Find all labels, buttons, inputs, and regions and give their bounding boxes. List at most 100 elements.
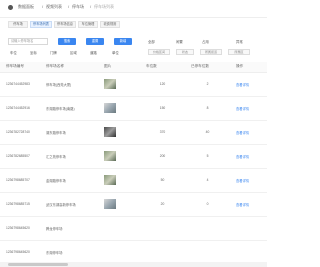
- tab-bar: 停车场 停车场列表 停车场信息 车位管理 收费规则: [0, 19, 267, 32]
- parking-photo[interactable]: [104, 127, 116, 137]
- tab-fee-rules[interactable]: 收费规则: [100, 21, 120, 28]
- add-button[interactable]: 新增: [114, 38, 132, 45]
- cell-total: 20: [140, 192, 185, 217]
- parking-photo[interactable]: [104, 103, 116, 113]
- cell-id: 1236782685507: [0, 144, 40, 169]
- cell-total: 120: [140, 72, 185, 97]
- cell-image: [98, 144, 128, 169]
- cell-image: [98, 120, 128, 145]
- cell-blank: [128, 168, 140, 193]
- cell-total: 370: [140, 120, 185, 145]
- cell-used: 5: [185, 144, 230, 169]
- column-header-action[interactable]: 操作: [230, 62, 267, 73]
- cell-name: 腾龙停车场: [40, 216, 98, 241]
- menu-icon[interactable]: [8, 5, 13, 10]
- filter-label-door: 门牌: [50, 51, 57, 55]
- filter-label-area: 区域: [70, 51, 77, 55]
- table-row[interactable]: 1236798645620 东湖停车场: [0, 240, 267, 265]
- view-details-link[interactable]: 查看详情: [230, 192, 267, 217]
- cell-image: [98, 168, 128, 193]
- view-details-link[interactable]: [230, 216, 267, 241]
- table-row[interactable]: 1236798645620 腾龙停车场: [0, 216, 267, 241]
- cell-image: [98, 240, 128, 265]
- column-header-image[interactable]: 图片: [98, 62, 128, 73]
- cell-used: 2: [185, 72, 230, 97]
- cell-id: 1236744452916: [0, 96, 40, 121]
- column-header-total[interactable]: 车位数: [140, 62, 185, 73]
- cell-total: [140, 240, 185, 265]
- parking-photo[interactable]: [104, 199, 116, 209]
- status-option-all[interactable]: 全部: [148, 39, 155, 44]
- view-details-link[interactable]: 查看详情: [230, 168, 267, 193]
- horizontal-scrollbar[interactable]: [0, 262, 267, 267]
- price-range-select[interactable]: 价格区间: [148, 49, 170, 55]
- cell-name: 东湖路停车场(南路): [40, 96, 98, 121]
- district-select[interactable]: 所属区: [228, 49, 250, 55]
- breadcrumb-current: 停车场列表: [94, 4, 114, 9]
- reset-button[interactable]: 重置: [86, 38, 104, 45]
- cell-id: 1236744452983: [0, 72, 40, 97]
- cell-total: [140, 216, 185, 241]
- parking-photo[interactable]: [104, 151, 116, 161]
- breadcrumb-separator: /: [42, 4, 44, 9]
- parking-table: 停车场编号 停车场名称 图片 车位数 已停车位数 操作 123674445298…: [0, 62, 267, 267]
- view-details-link[interactable]: [230, 240, 267, 265]
- breadcrumb-separator: /: [68, 4, 70, 9]
- cell-name: 停车场(西苑大厦): [40, 72, 98, 97]
- filter-label-unit: 单位: [112, 51, 119, 55]
- parking-name-input[interactable]: 请输入停车场名: [8, 38, 48, 45]
- cell-total: 200: [140, 144, 185, 169]
- table-row[interactable]: 1236744452916 东湖路停车场(南路) 150 8 查看详情: [0, 96, 267, 121]
- breadcrumb-item[interactable]: 视频列表: [46, 4, 62, 10]
- status-select[interactable]: 状态: [176, 49, 194, 55]
- cell-total: 50: [140, 168, 185, 193]
- status-option-occupied[interactable]: 占用: [202, 39, 209, 44]
- table-row[interactable]: 1236782728740 湖东路停车场 370 40 查看详情: [0, 120, 267, 145]
- parking-photo[interactable]: [104, 247, 116, 257]
- parking-photo[interactable]: [104, 175, 116, 185]
- table-row[interactable]: 1236744452983 停车场(西苑大厦) 120 2 查看详情: [0, 72, 267, 97]
- parking-photo[interactable]: [104, 223, 116, 233]
- view-details-link[interactable]: 查看详情: [230, 96, 267, 121]
- cell-id: 1236798685707: [0, 168, 40, 193]
- cell-name: 汇之苑停车场: [40, 144, 98, 169]
- table-row[interactable]: 1236782685507 汇之苑停车场 200 5 查看详情: [0, 144, 267, 169]
- cell-id: 1236782728740: [0, 120, 40, 145]
- tab-parking[interactable]: 停车场: [8, 21, 28, 28]
- column-header-name[interactable]: 停车场名称: [40, 62, 98, 73]
- parking-photo[interactable]: [104, 79, 116, 89]
- cell-used: 0: [185, 192, 230, 217]
- tab-space-management[interactable]: 车位管理: [78, 21, 98, 28]
- tab-parking-info[interactable]: 停车场信息: [54, 21, 76, 28]
- cell-blank: [128, 120, 140, 145]
- cell-image: [98, 96, 128, 121]
- cell-name: 金湖路停车场: [40, 168, 98, 193]
- column-header-id[interactable]: 停车场编号: [0, 62, 40, 73]
- view-details-link[interactable]: 查看详情: [230, 120, 267, 145]
- cell-used: 8: [185, 96, 230, 121]
- search-button[interactable]: 搜索: [58, 38, 76, 45]
- status-option-idle[interactable]: 闲置: [176, 39, 183, 44]
- view-details-link[interactable]: 查看详情: [230, 144, 267, 169]
- street-select[interactable]: 所属街道: [200, 49, 222, 55]
- cell-blank: [128, 144, 140, 169]
- cell-blank: [128, 96, 140, 121]
- table-row[interactable]: 1236798685707 金湖路停车场 50 4 查看详情: [0, 168, 267, 193]
- top-bar: 数据面板 / 视频列表 / 停车场 / 停车场列表: [0, 0, 267, 18]
- tab-parking-list[interactable]: 停车场列表: [30, 21, 52, 28]
- filter-label-space: 车位: [10, 51, 17, 55]
- cell-name: 东湖停车场: [40, 240, 98, 265]
- table-row[interactable]: 1236798685715 武汉东湖高新停车场 20 0 查看详情: [0, 192, 267, 217]
- status-option-abnormal[interactable]: 异常: [236, 39, 243, 44]
- scrollbar-thumb[interactable]: [8, 263, 68, 266]
- cell-blank: [128, 192, 140, 217]
- breadcrumb-root[interactable]: 数据面板: [18, 4, 34, 10]
- column-header-used[interactable]: 已停车位数: [185, 62, 230, 73]
- cell-used: 4: [185, 168, 230, 193]
- cell-id: 1236798685715: [0, 192, 40, 217]
- cell-id: 1236798645620: [0, 240, 40, 265]
- breadcrumb-item[interactable]: 停车场: [72, 4, 84, 10]
- column-header-blank: [128, 62, 140, 73]
- view-details-link[interactable]: 查看详情: [230, 72, 267, 97]
- table-header-row: 停车场编号 停车场名称 图片 车位数 已停车位数 操作: [0, 62, 267, 73]
